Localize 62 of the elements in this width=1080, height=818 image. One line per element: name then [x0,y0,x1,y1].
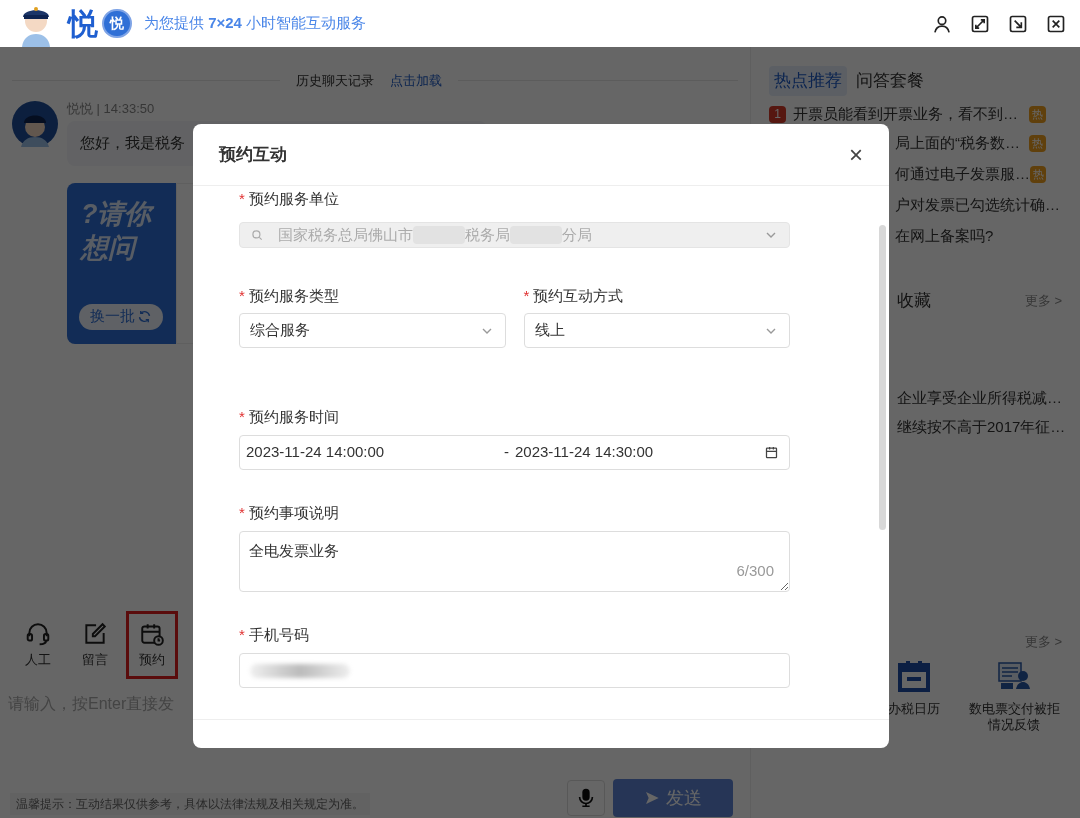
question-link[interactable]: 在网上备案吗? [895,225,994,248]
required-mark: * [239,285,245,306]
field-label: 手机号码 [248,624,309,645]
logo-badge: 悦 [102,9,132,38]
question-link[interactable]: 户对发票已勾选统计确… [895,194,1060,217]
required-mark: * [239,406,245,427]
hot-badge: 热 [1029,135,1046,152]
tool-button[interactable]: 留言 [69,611,121,679]
select-field: 国家税务总局佛山市 税务局 分局 [239,222,790,248]
voice-button[interactable] [567,780,605,816]
search-icon [250,228,264,242]
date-range-field[interactable]: 2023-11-24 14:00:00 - 2023-11-24 14:30:00 [239,435,790,470]
field-label: 预约服务单位 [248,188,339,209]
expand-icon[interactable] [970,13,990,34]
question-link[interactable]: 企业享受企业所得税减… [897,386,1062,410]
question-link[interactable]: 继续按不高于2017年征… [897,415,1066,439]
history-label: 历史聊天记录 [296,72,374,90]
field-label: 预约互动方式 [533,285,624,306]
minimize-icon[interactable] [1008,13,1028,34]
close-icon[interactable] [1046,13,1066,34]
rank-badge: 1 [769,105,786,123]
app-button[interactable]: 办税日历 [866,659,962,733]
required-mark: * [239,502,245,523]
hot-badge: 热 [1030,166,1046,183]
required-mark: * [239,188,245,209]
edit-icon [82,620,108,647]
send-button: 发送 [613,779,733,817]
refresh-button[interactable]: 换一批 [79,303,163,330]
send-icon [644,790,660,806]
calendar-icon [764,445,779,460]
slogan-text: 为您提供 7×24 小时智能互动服务 [144,13,367,34]
tool-button[interactable]: 人工 [12,611,64,679]
section-title: 收藏 [897,290,931,312]
field-label: 预约服务时间 [248,406,339,427]
close-button[interactable]: × [849,142,863,167]
phone-field[interactable] [239,653,790,688]
user-icon[interactable] [932,13,952,34]
question-link[interactable]: 局上面的“税务数… [895,132,1020,155]
field-label: 预约服务类型 [248,285,339,306]
required-mark: * [523,285,530,306]
logo-text: 悦 [68,8,98,39]
required-mark: * [239,624,245,645]
calendar-icon [897,659,931,693]
field-label: 预约事项说明 [248,502,339,523]
select-field[interactable]: 线上 [523,313,790,348]
scrollbar[interactable] [879,225,886,530]
tab[interactable]: 问答套餐 [851,66,929,96]
card-title: 想问 [81,230,162,265]
tool-button[interactable]: 预约 [126,611,178,679]
char-counter: 6/300 [736,560,774,581]
dialog-title: 预约互动 [219,143,287,166]
question-link[interactable]: 何通过电子发票服… [895,163,1030,186]
headset-icon [25,620,51,647]
hot-badge: 热 [1029,105,1046,123]
select-field[interactable]: 综合服务 [239,313,506,348]
question-link[interactable]: 开票员能看到开票业务，看不到… [793,102,1018,126]
app-button[interactable]: 数电票交付被拒情况反馈 [966,659,1062,733]
tab[interactable]: 热点推荐 [769,66,847,96]
load-link[interactable]: 点击加载 [390,71,442,91]
refresh-icon [137,309,152,324]
avatar [12,100,58,147]
card-title: ?请你 [81,197,155,231]
